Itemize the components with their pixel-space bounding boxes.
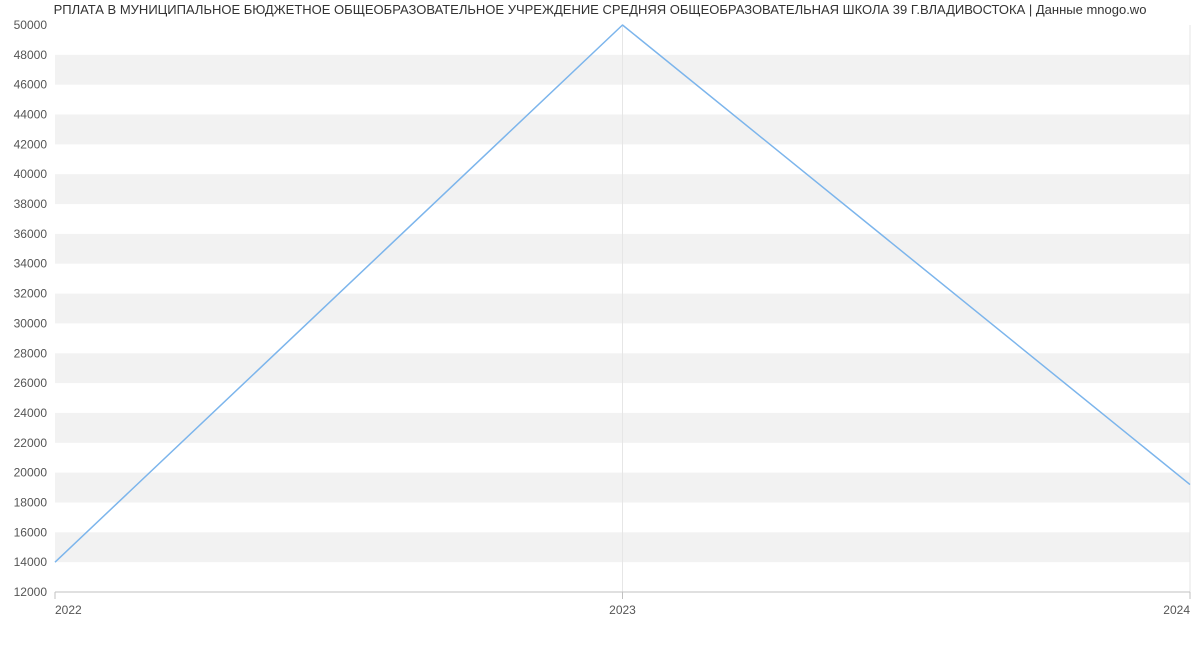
y-tick-label: 12000 bbox=[14, 585, 48, 599]
x-tick-label: 2022 bbox=[55, 603, 82, 617]
line-chart: 12000 14000 16000 18000 20000 22000 24000 26000… bbox=[0, 0, 1200, 650]
y-tick-label: 48000 bbox=[14, 48, 48, 62]
y-tick-label: 36000 bbox=[14, 227, 48, 241]
y-tick-label: 34000 bbox=[14, 257, 48, 271]
y-tick-label: 14000 bbox=[14, 555, 48, 569]
y-tick-label: 38000 bbox=[14, 197, 48, 211]
y-tick-label: 30000 bbox=[14, 316, 48, 330]
y-tick-label: 44000 bbox=[14, 108, 48, 122]
y-tick-label: 26000 bbox=[14, 376, 48, 390]
x-tick-label: 2023 bbox=[609, 603, 636, 617]
y-tick-label: 32000 bbox=[14, 287, 48, 301]
x-tick-label: 2024 bbox=[1163, 603, 1190, 617]
y-tick-label: 16000 bbox=[14, 525, 48, 539]
y-tick-label: 22000 bbox=[14, 436, 48, 450]
y-tick-label: 18000 bbox=[14, 495, 48, 509]
y-tick-label: 46000 bbox=[14, 78, 48, 92]
y-tick-label: 42000 bbox=[14, 137, 48, 151]
y-tick-label: 50000 bbox=[14, 18, 48, 32]
y-tick-label: 28000 bbox=[14, 346, 48, 360]
y-tick-label: 40000 bbox=[14, 167, 48, 181]
y-tick-label: 20000 bbox=[14, 466, 48, 480]
y-tick-label: 24000 bbox=[14, 406, 48, 420]
